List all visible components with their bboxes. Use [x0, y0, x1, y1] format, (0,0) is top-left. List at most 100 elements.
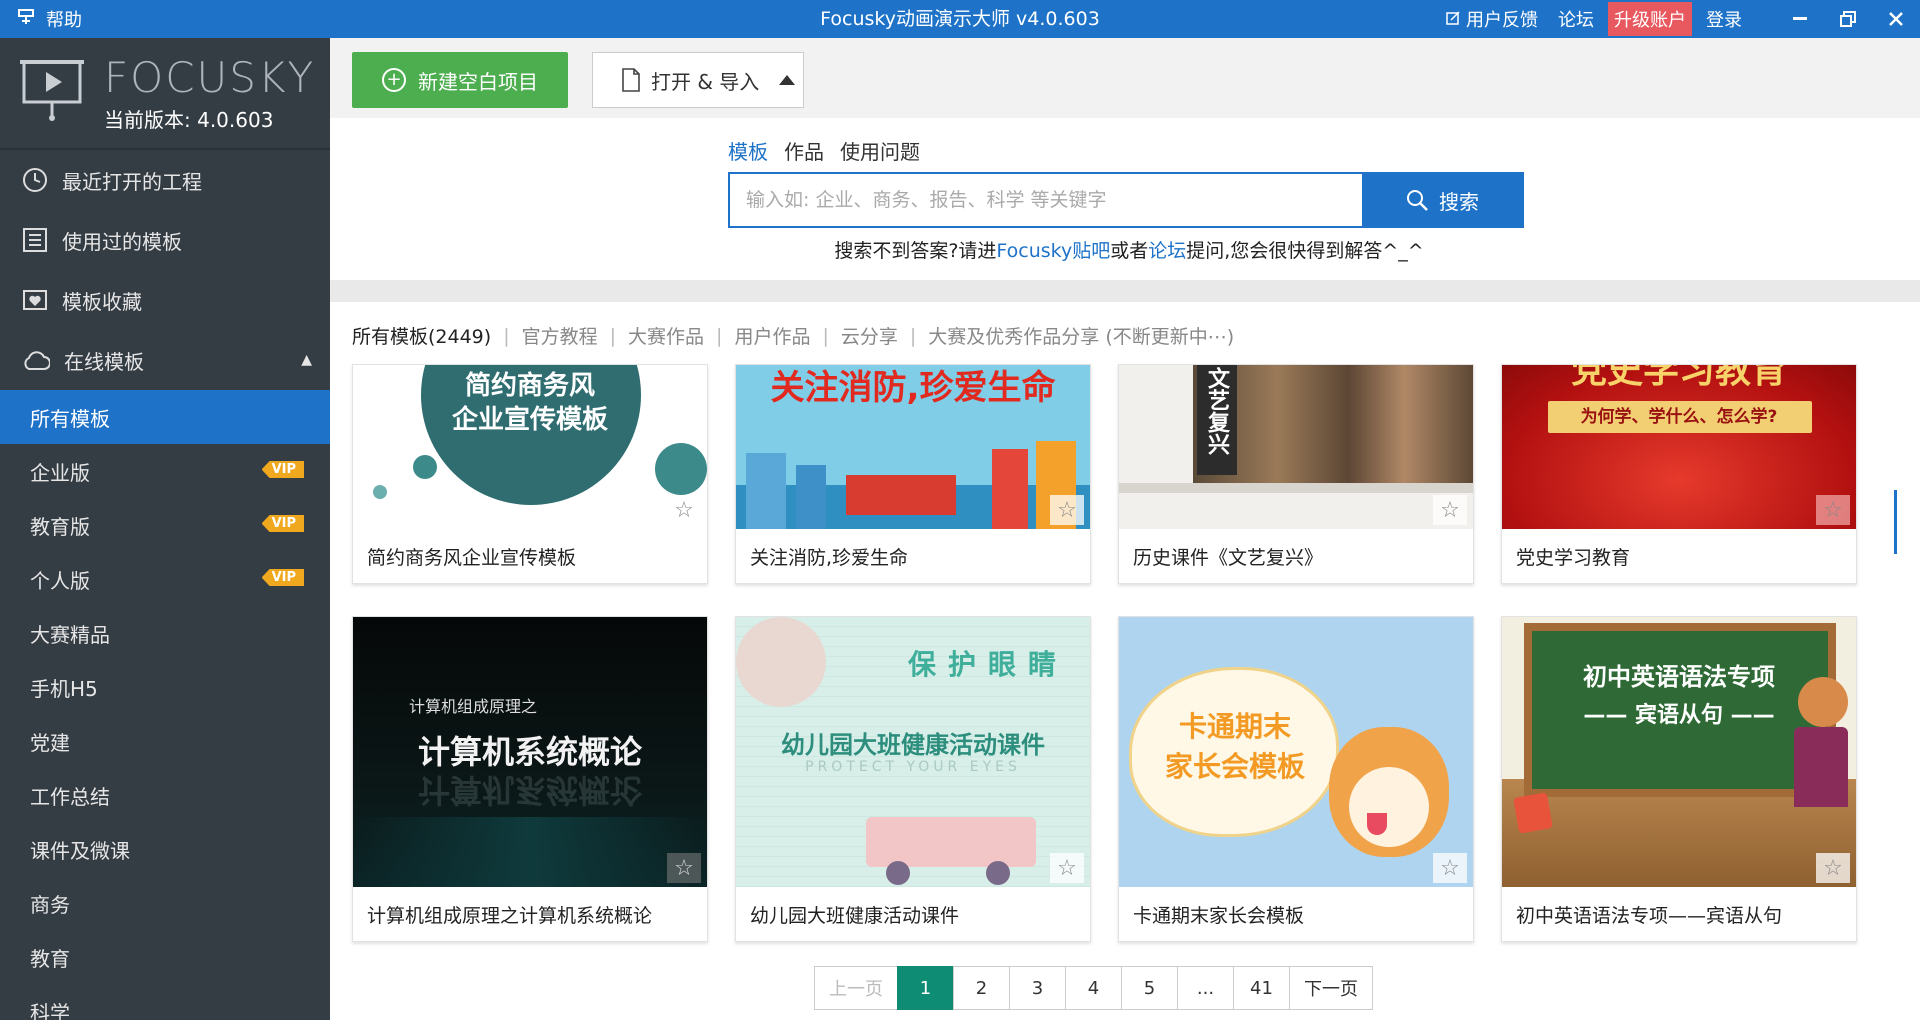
template-card[interactable]: 关注消防,珍爱生命 ☆ 关注消防,珍爱生命 — [735, 364, 1091, 584]
star-icon[interactable]: ☆ — [1433, 853, 1467, 883]
star-icon[interactable]: ☆ — [667, 853, 701, 883]
search-tabs: 模板 作品 使用问题 — [728, 136, 920, 165]
focusky-logo-icon — [20, 60, 84, 121]
template-card[interactable]: 计算机组成原理之 计算机系统概论 计算机系统概论 ☆ 计算机组成原理之计算机系统… — [352, 616, 708, 942]
feedback-link[interactable]: 用户反馈 — [1436, 0, 1548, 38]
star-icon[interactable]: ☆ — [667, 495, 701, 525]
sidebar-category-item[interactable]: 企业版 VIP — [0, 444, 330, 498]
app-logo: FOCUSKY 当前版本: 4.0.603 — [0, 38, 330, 148]
forum-link[interactable]: 论坛 — [1548, 0, 1604, 38]
star-icon[interactable]: ☆ — [1816, 495, 1850, 525]
template-title: 关注消防,珍爱生命 — [750, 546, 909, 569]
template-card[interactable]: 保护眼睛 幼儿园大班健康活动课件 PROTECT YOUR EYES ☆ 幼儿园… — [735, 616, 1091, 942]
new-blank-project-button[interactable]: + 新建空白项目 — [352, 52, 568, 108]
filter-all-templates[interactable]: 所有模板(2449) — [352, 322, 491, 349]
file-icon — [622, 68, 640, 92]
help-icon — [18, 8, 34, 30]
sidebar-item-used-templates[interactable]: 使用过的模板 — [0, 210, 330, 270]
sidebar-category-item[interactable]: 大赛精品 — [0, 606, 330, 660]
sidebar-item-recent[interactable]: 最近打开的工程 — [0, 150, 330, 210]
help-menu[interactable]: 帮助 — [18, 0, 82, 38]
sidebar-category-item[interactable]: 党建 — [0, 714, 330, 768]
open-import-button[interactable]: 打开 & 导入 — [592, 52, 804, 108]
filter-bar: 所有模板(2449) | 官方教程 | 大赛作品 | 用户作品 | 云分享 | … — [352, 322, 1234, 349]
search-input[interactable] — [730, 174, 1362, 226]
search-button[interactable]: 搜索 — [1362, 174, 1522, 226]
page-button[interactable]: 5 — [1121, 966, 1178, 1010]
page-button[interactable]: 4 — [1065, 966, 1122, 1010]
help-label: 帮助 — [46, 10, 82, 31]
restore-button[interactable] — [1824, 0, 1872, 38]
sidebar-category-item[interactable]: 课件及微课 — [0, 822, 330, 876]
template-thumbnail: 简约商务风 企业宣传模板 ☆ — [353, 365, 707, 529]
sidebar-item-online-templates[interactable]: 在线模板 ▲ — [0, 330, 330, 390]
page-button[interactable]: 41 — [1233, 966, 1290, 1010]
sidebar-item-favorites[interactable]: 模板收藏 — [0, 270, 330, 330]
edit-icon — [1446, 9, 1460, 30]
star-icon[interactable]: ☆ — [1050, 853, 1084, 883]
page-button[interactable]: 1 — [897, 966, 954, 1010]
list-icon — [23, 228, 47, 252]
minimize-button[interactable] — [1776, 0, 1824, 38]
template-card[interactable]: 文艺复兴 ☆ 历史课件《文艺复兴》 — [1118, 364, 1474, 584]
chevron-up-icon[interactable]: ▲ — [301, 352, 312, 368]
filter-contest-share[interactable]: 大赛及优秀作品分享 (不断更新中⋯) — [928, 322, 1234, 349]
template-title: 幼儿园大班健康活动课件 — [750, 904, 960, 927]
tab-works[interactable]: 作品 — [784, 136, 824, 165]
toolbar: + 新建空白项目 打开 & 导入 — [330, 38, 1920, 118]
tab-usage-questions[interactable]: 使用问题 — [840, 136, 920, 165]
heart-icon — [23, 290, 47, 310]
page-button[interactable]: 3 — [1009, 966, 1066, 1010]
plus-circle-icon: + — [382, 68, 406, 92]
star-icon[interactable]: ☆ — [1433, 495, 1467, 525]
template-card[interactable]: 简约商务风 企业宣传模板 ☆ 简约商务风企业宣传模板 — [352, 364, 708, 584]
version-label: 当前版本: 4.0.603 — [104, 108, 274, 132]
vip-badge: VIP — [261, 569, 304, 586]
template-card[interactable]: 党史学习教育 为何学、学什么、怎么学? ☆ 党史学习教育 — [1501, 364, 1857, 584]
next-page-button[interactable]: 下一页 — [1289, 966, 1373, 1010]
page-button[interactable]: 2 — [953, 966, 1010, 1010]
template-thumbnail: 保护眼睛 幼儿园大班健康活动课件 PROTECT YOUR EYES ☆ — [736, 617, 1090, 887]
template-thumbnail: 关注消防,珍爱生命 ☆ — [736, 365, 1090, 529]
template-thumbnail: 文艺复兴 ☆ — [1119, 365, 1473, 529]
template-title: 党史学习教育 — [1516, 546, 1631, 569]
page-button[interactable]: ... — [1177, 966, 1234, 1010]
sidebar-category-item[interactable]: 科学 — [0, 984, 330, 1020]
sidebar-category-item[interactable]: 个人版 VIP — [0, 552, 330, 606]
template-gallery: 所有模板(2449) | 官方教程 | 大赛作品 | 用户作品 | 云分享 | … — [330, 302, 1920, 1020]
tieba-link[interactable]: Focusky贴吧 — [996, 240, 1110, 262]
template-thumbnail: 初中英语语法专项 —— 宾语从句 —— ☆ — [1502, 617, 1856, 887]
login-link[interactable]: 登录 — [1696, 0, 1752, 38]
template-card[interactable]: 卡通期末 家长会模板 ☆ 卡通期末家长会模板 — [1118, 616, 1474, 942]
close-button[interactable] — [1872, 0, 1920, 38]
prev-page-button[interactable]: 上一页 — [814, 966, 898, 1010]
filter-user-works[interactable]: 用户作品 — [734, 322, 810, 349]
sidebar-category-item[interactable]: 商务 — [0, 876, 330, 930]
pagination: 上一页 1 2 3 4 5... 41 下一页 — [814, 966, 1373, 1010]
close-icon — [1889, 12, 1903, 26]
sidebar-category-item[interactable]: 工作总结 — [0, 768, 330, 822]
sidebar-category-item[interactable]: 手机H5 — [0, 660, 330, 714]
sidebar-category-item[interactable]: 所有模板 — [0, 390, 330, 444]
template-card[interactable]: 初中英语语法专项 —— 宾语从句 —— ☆ 初中英语语法专项——宾语从句 — [1501, 616, 1857, 942]
filter-cloud-share[interactable]: 云分享 — [841, 322, 898, 349]
sidebar-category-item[interactable]: 教育版 VIP — [0, 498, 330, 552]
forum-hint-link[interactable]: 论坛 — [1148, 240, 1186, 262]
vip-badge: VIP — [261, 515, 304, 532]
star-icon[interactable]: ☆ — [1050, 495, 1084, 525]
upgrade-account-button[interactable]: 升级账户 — [1608, 2, 1692, 36]
clock-icon — [23, 168, 47, 192]
search-icon — [1407, 190, 1428, 211]
sidebar-category-item[interactable]: 教育 — [0, 930, 330, 984]
vip-badge: VIP — [261, 461, 304, 478]
search-panel: 模板 作品 使用问题 搜索 搜索不到答案?请进Focusky贴吧或者论坛提问,您… — [330, 118, 1920, 280]
scrollbar-thumb[interactable] — [1894, 490, 1897, 554]
template-thumbnail: 计算机组成原理之 计算机系统概论 计算机系统概论 ☆ — [353, 617, 707, 887]
category-list: 所有模板 企业版 VIP 教育版 VIP 个人版 VIP 大赛精品 手机H5 党建 工作总结 课件及微… — [0, 390, 330, 1020]
star-icon[interactable]: ☆ — [1816, 853, 1850, 883]
template-title: 卡通期末家长会模板 — [1133, 904, 1305, 927]
filter-contest-works[interactable]: 大赛作品 — [628, 322, 704, 349]
tab-templates[interactable]: 模板 — [728, 136, 768, 165]
filter-official-tutorials[interactable]: 官方教程 — [522, 322, 598, 349]
caret-up-icon — [779, 75, 796, 85]
